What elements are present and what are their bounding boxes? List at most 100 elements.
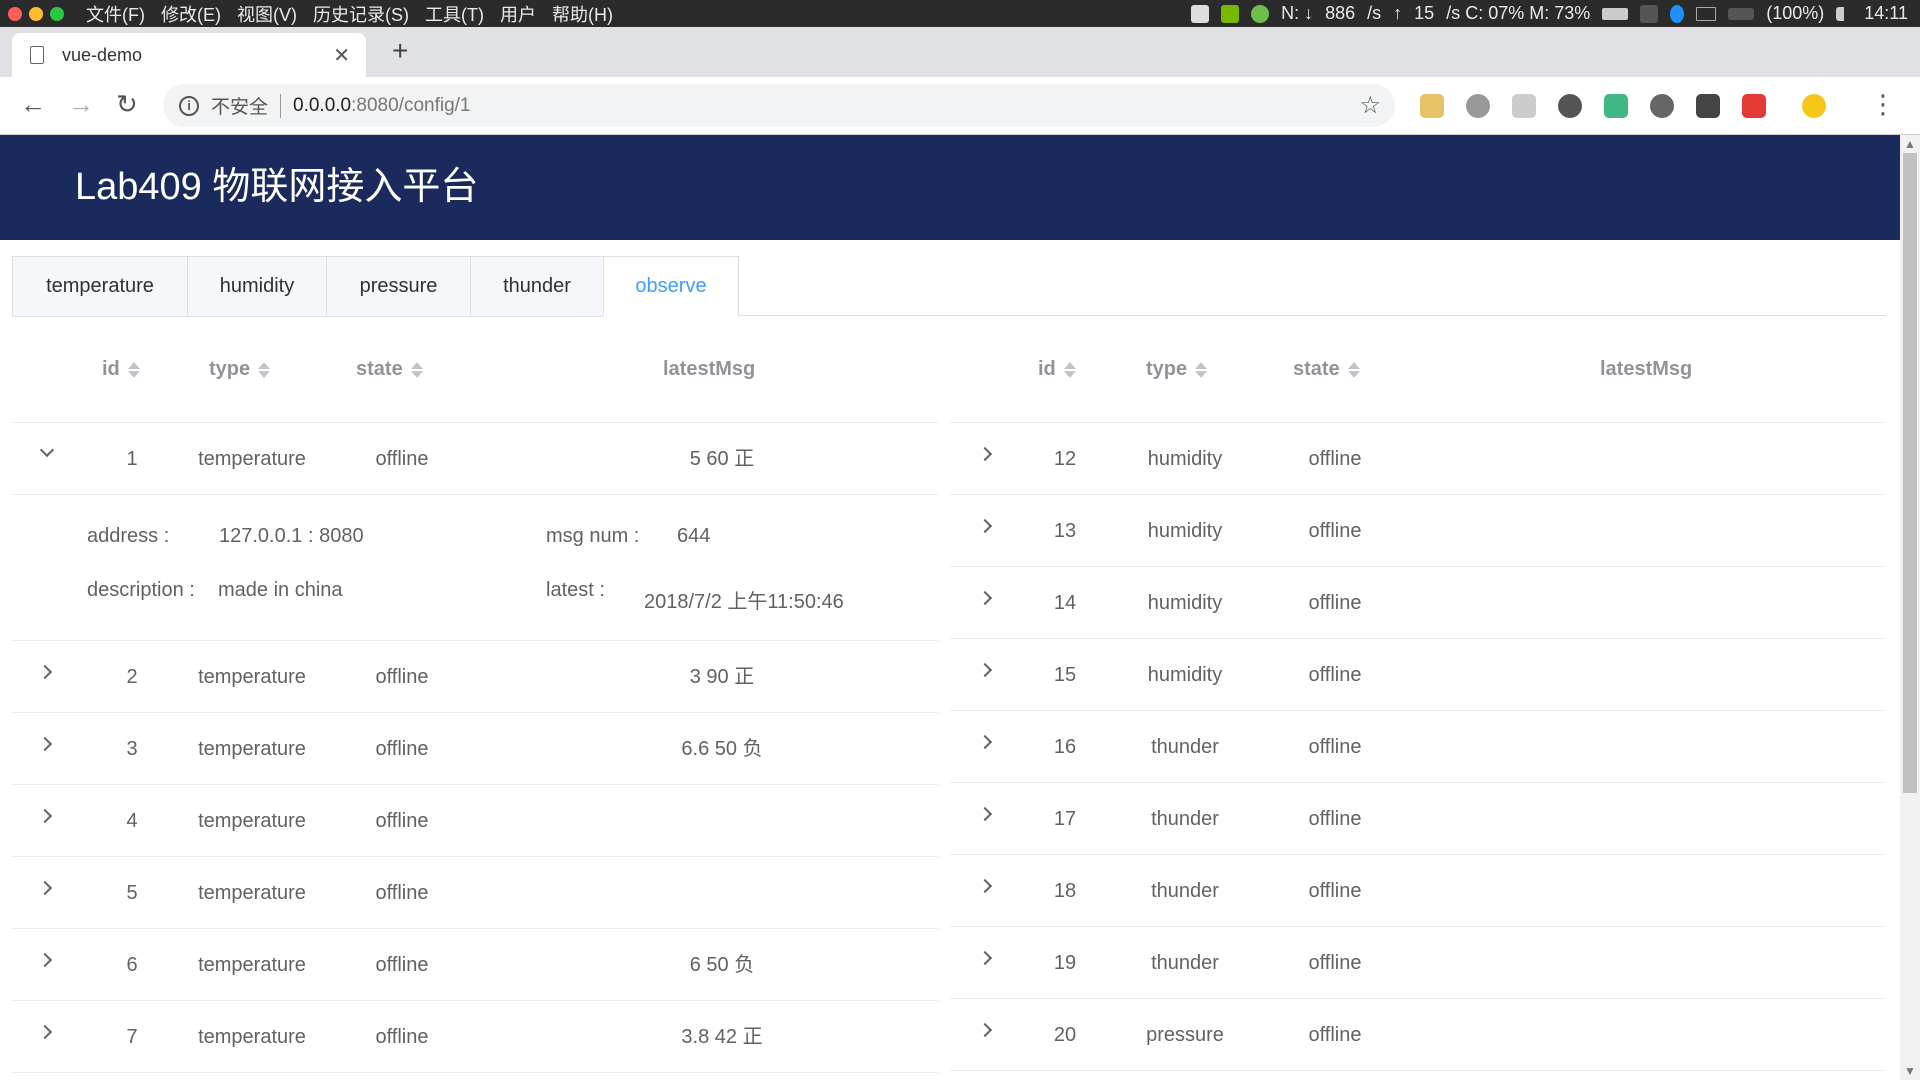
expand-chevron-icon[interactable] (37, 880, 53, 896)
wechat-icon[interactable] (1191, 4, 1210, 23)
nvidia-icon[interactable] (1221, 4, 1240, 23)
col-latest: latestMsg (1600, 358, 1692, 381)
sort-icon[interactable] (1347, 361, 1360, 378)
new-tab-button[interactable]: + (392, 35, 408, 67)
expand-chevron-icon[interactable] (37, 952, 53, 968)
row-state: offline (1308, 880, 1362, 902)
bluetooth-icon[interactable] (1670, 4, 1685, 23)
tab-humidity[interactable]: humidity (187, 256, 327, 317)
table-row[interactable]: 16 thunder offline (950, 711, 1886, 783)
table-row[interactable]: 20 pressure offline (950, 999, 1886, 1071)
back-button[interactable]: ← (20, 89, 46, 120)
col-state[interactable]: state (356, 358, 423, 381)
volume-icon[interactable] (1836, 6, 1852, 21)
expand-chevron-icon[interactable] (977, 662, 993, 678)
latest-label: latest : (546, 579, 605, 601)
vue-devtools-icon[interactable] (1604, 94, 1628, 118)
row-latest: 6.6 50 负 (681, 738, 763, 760)
image-extension-icon[interactable] (1420, 94, 1444, 118)
sitemap-extension-icon[interactable] (1512, 94, 1536, 118)
col-type[interactable]: type (209, 358, 271, 381)
table-row[interactable]: 15 humidity offline (950, 639, 1886, 711)
table-row[interactable]: 1 temperature offline 5 60 正 (12, 423, 938, 495)
sync-icon[interactable] (1251, 4, 1270, 23)
col-state[interactable]: state (1293, 358, 1360, 381)
forward-button[interactable]: → (68, 89, 94, 120)
sort-icon[interactable] (258, 361, 271, 378)
browser-menu-icon[interactable]: ⋮ (1870, 89, 1896, 120)
expand-chevron-icon[interactable] (977, 950, 993, 966)
table-row[interactable]: 7 temperature offline 3.8 42 正 (12, 1001, 938, 1073)
expand-chevron-icon[interactable] (977, 1022, 993, 1038)
expand-chevron-icon[interactable] (37, 664, 53, 680)
lightbulb-icon[interactable] (1802, 94, 1826, 118)
table-row[interactable]: 18 thunder offline (950, 855, 1886, 927)
row-type: temperature (198, 954, 306, 976)
expand-chevron-icon[interactable] (37, 1024, 53, 1040)
reload-button[interactable]: ↻ (116, 89, 138, 120)
table-row[interactable]: 4 temperature offline (12, 785, 938, 857)
github-extension-icon[interactable] (1650, 94, 1674, 118)
expand-chevron-icon[interactable] (977, 734, 993, 750)
expand-chevron-icon[interactable] (977, 806, 993, 822)
bookmark-star-icon[interactable]: ☆ (1359, 91, 1381, 120)
page-scrollbar[interactable]: ▲ ▼ (1900, 135, 1920, 1080)
expand-chevron-icon[interactable] (977, 446, 993, 462)
col-type[interactable]: type (1146, 358, 1208, 381)
col-id[interactable]: id (102, 358, 140, 381)
row-state: offline (375, 666, 429, 688)
tab-observe[interactable]: observe (603, 256, 739, 317)
shield-icon[interactable] (1742, 94, 1766, 118)
mail-icon[interactable] (1696, 6, 1717, 21)
col-id[interactable]: id (1038, 358, 1076, 381)
col-id-label: id (1038, 358, 1056, 380)
scroll-up-arrow-icon[interactable]: ▲ (1904, 137, 1916, 151)
menu-history[interactable]: 历史记录(S) (313, 1, 409, 27)
table-row[interactable]: 13 humidity offline (950, 495, 1886, 567)
close-window-icon[interactable] (8, 6, 22, 21)
tab-temperature[interactable]: temperature (12, 256, 188, 317)
table-row[interactable]: 3 temperature offline 6.6 50 负 (12, 713, 938, 785)
collapse-chevron-icon[interactable] (39, 442, 55, 458)
sort-icon[interactable] (1195, 361, 1208, 378)
expand-chevron-icon[interactable] (977, 878, 993, 894)
row-state: offline (1308, 520, 1362, 542)
table-row[interactable]: 14 humidity offline (950, 567, 1886, 639)
scroll-down-arrow-icon[interactable]: ▼ (1904, 1064, 1916, 1078)
browser-tab[interactable]: vue-demo ✕ (12, 33, 366, 77)
table-row[interactable]: 6 temperature offline 6 50 负 (12, 929, 938, 1001)
table-row[interactable]: 2 temperature offline 3 90 正 (12, 641, 938, 713)
scrollbar-thumb[interactable] (1903, 153, 1917, 793)
globe-extension-icon[interactable] (1558, 94, 1582, 118)
octotree-icon[interactable] (1696, 94, 1720, 118)
address-bar[interactable]: i 不安全 0.0.0.0 :8080/config/1 ☆ (163, 84, 1395, 127)
record-extension-icon[interactable] (1466, 94, 1490, 118)
menu-user[interactable]: 用户 (500, 1, 536, 27)
menu-help[interactable]: 帮助(H) (552, 1, 613, 27)
maximize-window-icon[interactable] (50, 6, 64, 21)
expand-chevron-icon[interactable] (37, 808, 53, 824)
table-row[interactable]: 19 thunder offline (950, 927, 1886, 999)
tab-thunder[interactable]: thunder (470, 256, 604, 317)
expand-chevron-icon[interactable] (37, 736, 53, 752)
expand-chevron-icon[interactable] (977, 590, 993, 606)
menu-edit[interactable]: 修改(E) (161, 1, 221, 27)
table-row[interactable]: 5 temperature offline (12, 857, 938, 929)
menu-view[interactable]: 视图(V) (237, 1, 297, 27)
site-info-icon[interactable]: i (179, 95, 199, 116)
table-row[interactable]: 17 thunder offline (950, 783, 1886, 855)
device-table-left: id type state latestMsg 1 temperature of… (12, 318, 938, 1073)
row-type: temperature (198, 882, 306, 904)
menu-file[interactable]: 文件(F) (86, 1, 145, 27)
row-state: offline (375, 954, 429, 976)
sort-icon[interactable] (127, 361, 140, 378)
table-row[interactable]: 12 humidity offline (950, 423, 1886, 495)
sort-icon[interactable] (410, 361, 423, 378)
minimize-window-icon[interactable] (29, 6, 43, 21)
expand-chevron-icon[interactable] (977, 518, 993, 534)
row-type: thunder (1151, 808, 1219, 830)
close-tab-icon[interactable]: ✕ (333, 43, 350, 68)
menu-tools[interactable]: 工具(T) (425, 1, 484, 27)
tab-pressure[interactable]: pressure (326, 256, 471, 317)
sort-icon[interactable] (1063, 361, 1076, 378)
